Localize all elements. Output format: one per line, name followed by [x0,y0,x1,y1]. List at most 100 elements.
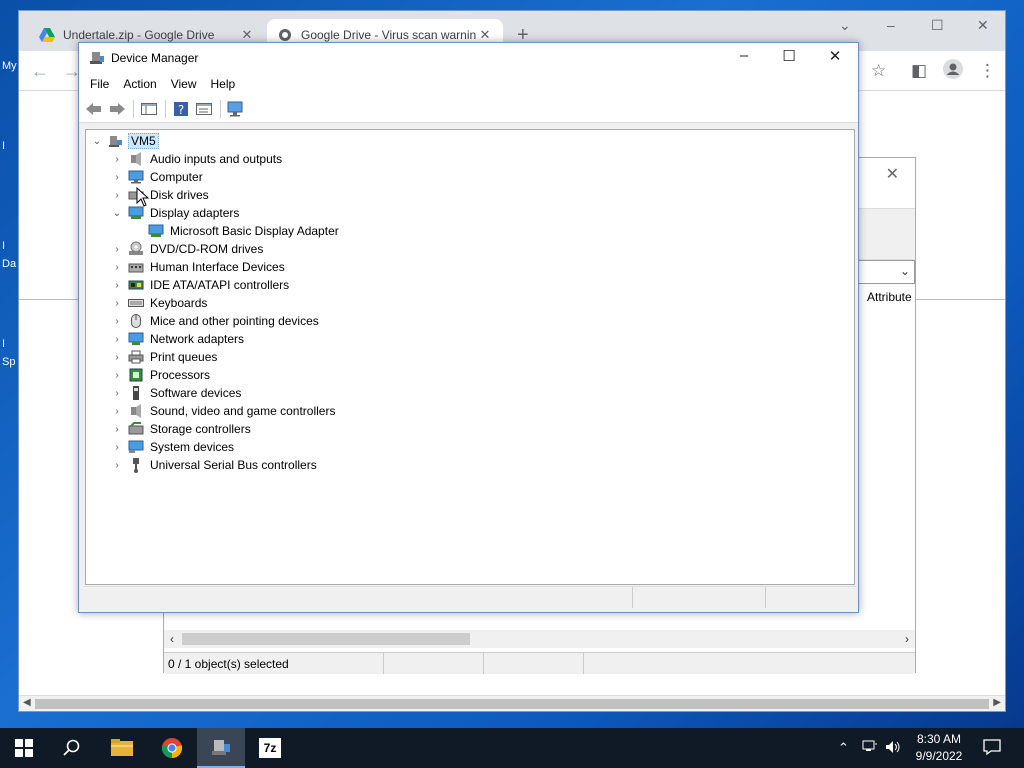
tree-category[interactable]: › IDE ATA/ATAPI controllers [110,276,291,294]
device-manager-icon [89,50,105,66]
network-icon[interactable] [862,740,878,757]
forward-arrow-icon[interactable] [106,99,128,119]
computer-root-icon [108,133,124,149]
help-icon[interactable]: ? [170,99,192,119]
desktop-icon-label[interactable]: My [2,60,17,72]
tree-root-label: VM5 [128,133,159,149]
tree-category[interactable]: › Network adapters [110,330,246,348]
dialog-horizontal-scrollbar[interactable]: ‹ › [164,630,915,648]
chevron-right-icon[interactable]: › [110,280,124,291]
file-explorer-icon [111,739,133,756]
close-icon[interactable]: ✕ [477,27,493,43]
toolbar-separator [165,99,166,118]
maximize-button[interactable]: ☐ [771,47,807,65]
chevron-right-icon[interactable]: › [905,632,909,646]
minimize-button[interactable]: – [726,47,762,64]
chevron-down-icon[interactable]: ⌄ [900,264,910,278]
chevron-right-icon[interactable]: › [110,406,124,417]
device-manager-taskbar-button[interactable] [197,728,245,768]
start-button[interactable] [0,728,48,768]
desktop-icon-label[interactable]: Sp [2,356,15,368]
volume-icon[interactable] [885,740,901,757]
scan-hardware-changes-icon[interactable] [225,99,247,119]
tree-item-label: Disk drives [150,188,209,202]
tree-category[interactable]: › Storage controllers [110,420,253,438]
minimize-button[interactable]: – [887,17,895,33]
chevron-right-icon[interactable]: › [110,262,124,273]
close-icon[interactable]: ✕ [886,164,899,184]
device-tree[interactable]: ⌄ VM5 › Audio inputs and outputs › Computer… [85,129,855,585]
maximize-button[interactable]: ☐ [931,17,944,34]
chevron-right-icon[interactable]: › [110,298,124,309]
chevron-right-icon[interactable]: › [110,154,124,165]
scroll-left-icon[interactable]: ◀ [23,697,31,708]
chevron-right-icon[interactable]: › [110,244,124,255]
close-icon[interactable]: ✕ [239,27,255,43]
desktop-icon-label[interactable]: I [2,240,5,252]
search-icon [63,739,80,756]
close-button[interactable]: ✕ [977,17,989,34]
profile-icon[interactable] [943,59,963,84]
chevron-right-icon[interactable]: › [110,460,124,471]
side-panel-icon[interactable]: ◧ [911,61,927,81]
chevron-up-icon[interactable]: ⌃ [838,740,849,756]
chevron-right-icon[interactable]: › [110,352,124,363]
scrollbar-thumb[interactable] [35,699,989,709]
menu-view[interactable]: View [164,77,204,91]
chevron-right-icon[interactable]: › [110,334,124,345]
scroll-right-icon[interactable]: ▶ [993,697,1001,708]
file-explorer-button[interactable] [98,728,146,768]
chevron-right-icon[interactable]: › [110,370,124,381]
status-cell [484,653,584,674]
tree-category[interactable]: ⌄ Display adapters [110,204,241,222]
back-icon[interactable]: ← [31,61,49,82]
menu-action[interactable]: Action [116,77,163,91]
tree-category[interactable]: › DVD/CD-ROM drives [110,240,265,258]
chevron-right-icon[interactable]: › [110,388,124,399]
tree-category[interactable]: › Software devices [110,384,243,402]
menu-file[interactable]: File [83,77,116,91]
tree-category[interactable]: › Human Interface Devices [110,258,287,276]
7zip-button[interactable]: 7z [246,728,294,768]
properties-icon[interactable] [193,99,215,119]
chevron-right-icon[interactable]: › [110,172,124,183]
system-clock[interactable]: 8:30 AM 9/9/2022 [908,731,970,765]
back-arrow-icon[interactable] [83,99,105,119]
chevron-down-icon[interactable]: ⌄ [90,136,104,147]
tree-category[interactable]: › Audio inputs and outputs [110,150,284,168]
chevron-left-icon[interactable]: ‹ [170,632,174,646]
tree-category[interactable]: › Sound, video and game controllers [110,402,337,420]
menu-help[interactable]: Help [204,77,243,91]
show-hide-console-tree-icon[interactable] [138,99,160,119]
more-menu-icon[interactable]: ⋮ [979,61,996,81]
tree-category[interactable]: › Processors [110,366,212,384]
attribute-column-header[interactable]: Attribute [867,290,912,304]
status-text: 0 / 1 object(s) selected [164,653,384,674]
tree-category[interactable]: › Universal Serial Bus controllers [110,456,319,474]
chrome-horizontal-scrollbar[interactable]: ◀ ▶ [19,695,1005,711]
tree-category[interactable]: › System devices [110,438,236,456]
chevron-right-icon[interactable]: › [110,424,124,435]
desktop-icon-label[interactable]: I [2,338,5,350]
search-button[interactable] [48,728,96,768]
tree-category[interactable]: › Mice and other pointing devices [110,312,321,330]
close-button[interactable]: ✕ [817,47,853,65]
desktop-icon-label[interactable]: Da [2,258,16,270]
tree-category[interactable]: › Disk drives [110,186,211,204]
chevron-down-icon[interactable]: ⌄ [110,208,124,219]
tree-item-label: Processors [150,368,211,382]
notifications-icon[interactable] [983,738,1001,759]
tree-category[interactable]: › Keyboards [110,294,209,312]
tree-root[interactable]: ⌄ VM5 [90,132,159,150]
scrollbar-thumb[interactable] [182,633,470,645]
chevron-right-icon[interactable]: › [110,316,124,327]
chevron-right-icon[interactable]: › [110,442,124,453]
chevron-right-icon[interactable]: › [110,190,124,201]
tree-category[interactable]: › Print queues [110,348,219,366]
star-icon[interactable]: ☆ [871,61,886,81]
chrome-button[interactable] [148,728,196,768]
tree-device-item[interactable]: Microsoft Basic Display Adapter [130,222,341,240]
desktop-icon-label[interactable]: I [2,140,5,152]
tree-category[interactable]: › Computer [110,168,205,186]
chevron-down-icon[interactable]: ⌄ [839,17,851,34]
